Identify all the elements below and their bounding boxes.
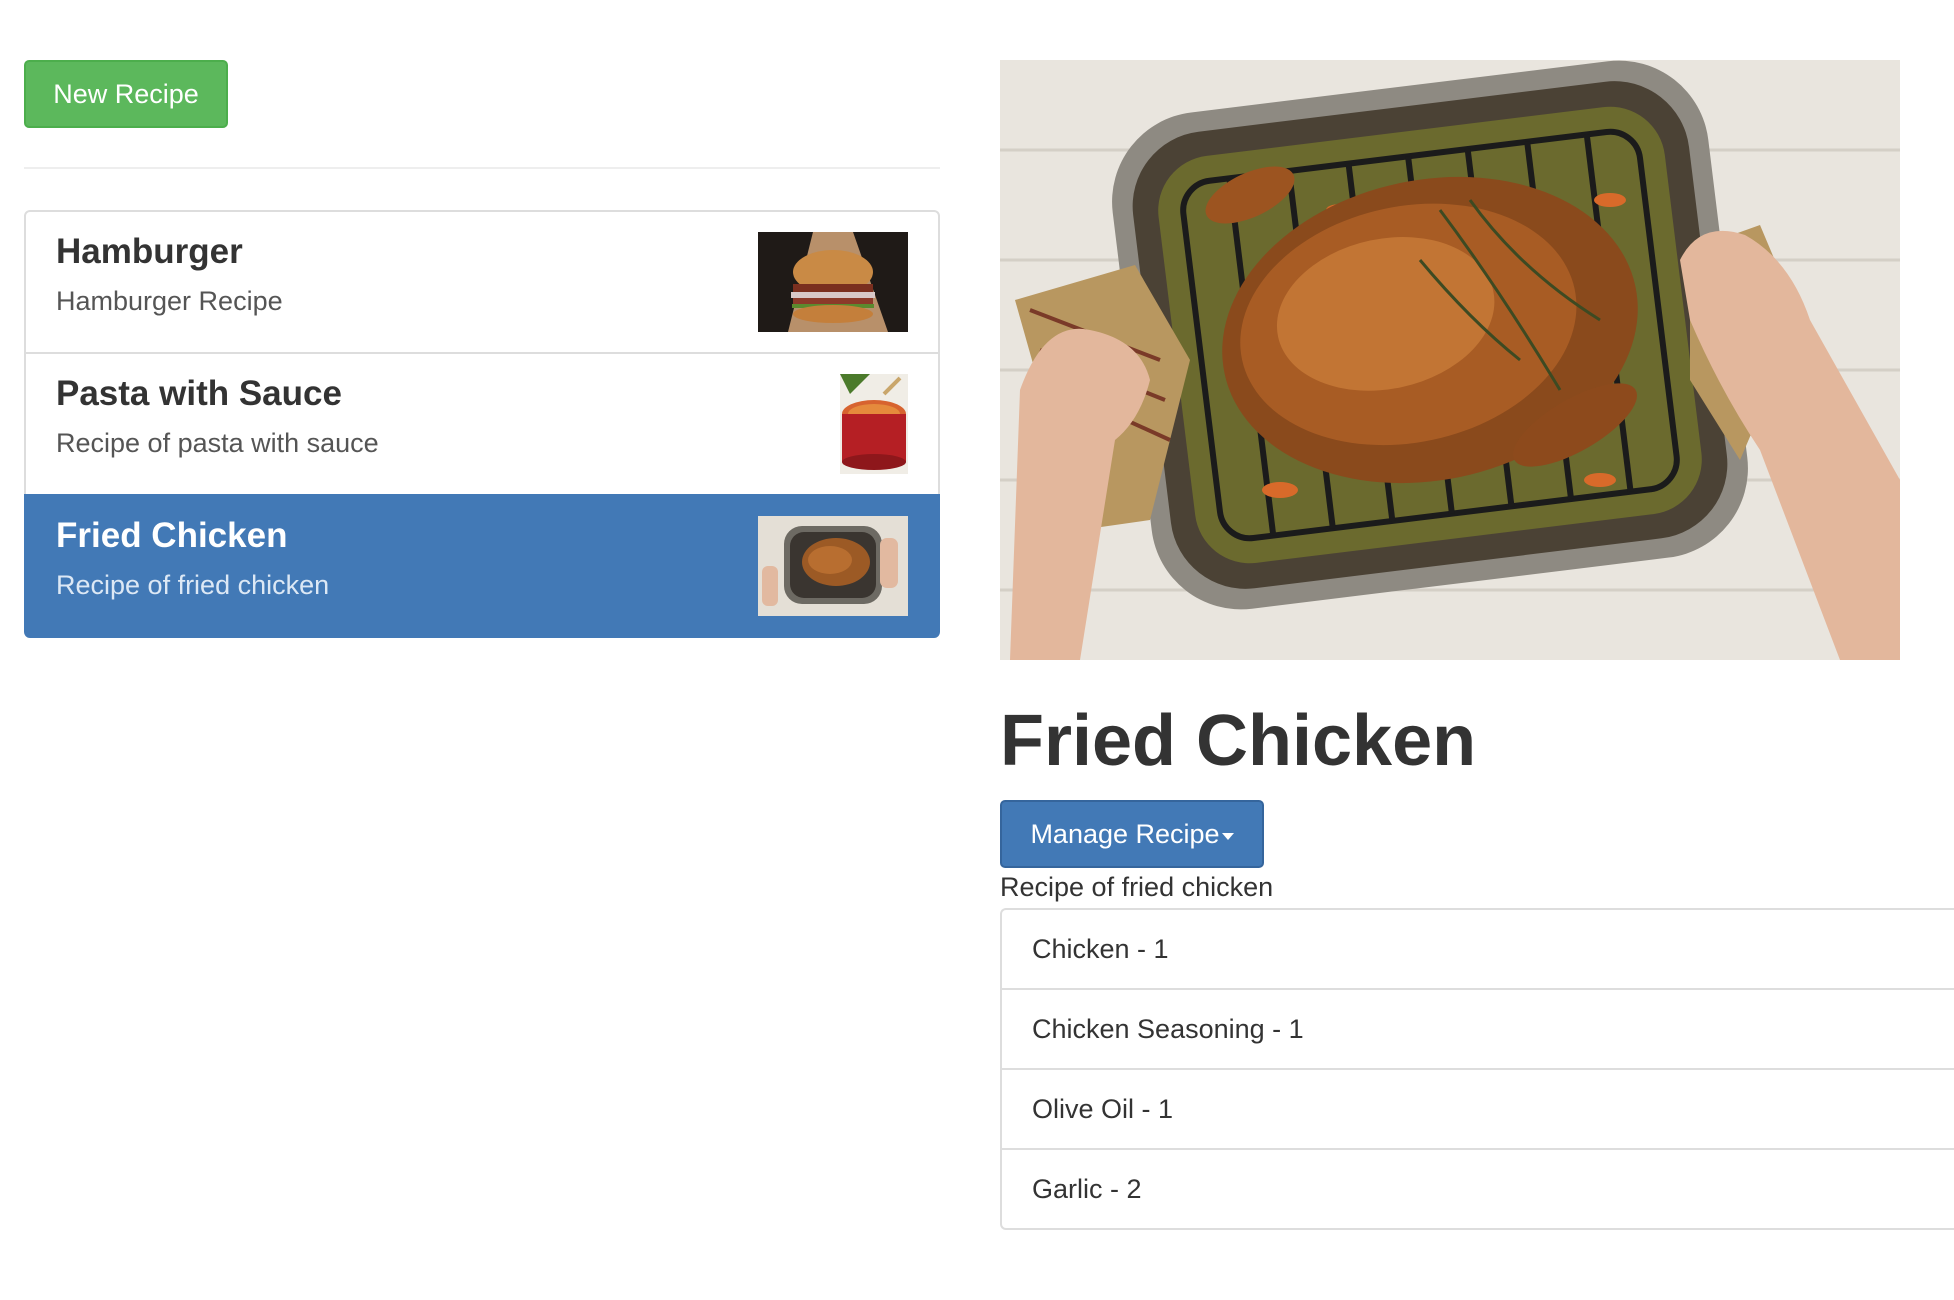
caret-down-icon (1221, 832, 1234, 840)
recipe-description: Hamburger Recipe (56, 286, 283, 316)
ingredient-item[interactable]: Olive Oil - 1 (1000, 1068, 1954, 1150)
recipe-item-pasta-with-sauce[interactable]: Pasta with Sauce Recipe of pasta with sa… (24, 352, 940, 496)
recipe-list: Hamburger Hamburger Recipe Pasta with Sa… (24, 210, 940, 638)
ingredient-item[interactable]: Chicken - 1 (1000, 908, 1954, 990)
recipe-name: Hamburger (56, 232, 243, 271)
recipe-name: Pasta with Sauce (56, 374, 342, 413)
recipe-description: Recipe of fried chicken (1000, 872, 1274, 902)
recipe-hero-image (1000, 60, 1900, 660)
hamburger-thumbnail (758, 232, 908, 332)
recipe-description: Recipe of pasta with sauce (56, 428, 379, 458)
pasta-thumbnail (840, 374, 908, 474)
recipe-item-fried-chicken[interactable]: Fried Chicken Recipe of fried chicken (24, 494, 940, 638)
recipe-item-hamburger[interactable]: Hamburger Hamburger Recipe (24, 210, 940, 354)
manage-recipe-label: Manage Recipe (1030, 818, 1220, 849)
recipe-title: Fried Chicken (1000, 701, 1477, 781)
ingredient-list: Chicken - 1 Chicken Seasoning - 1 Olive … (1000, 908, 1954, 1230)
new-recipe-button[interactable]: New Recipe (24, 60, 228, 128)
ingredient-item[interactable]: Chicken Seasoning - 1 (1000, 988, 1954, 1070)
ingredient-item[interactable]: Garlic - 2 (1000, 1148, 1954, 1230)
fried-chicken-thumbnail (758, 516, 908, 616)
recipe-name: Fried Chicken (56, 516, 288, 555)
divider (24, 167, 940, 169)
recipe-description: Recipe of fried chicken (56, 570, 330, 600)
manage-recipe-dropdown[interactable]: Manage Recipe (1000, 800, 1264, 868)
new-recipe-label: New Recipe (53, 78, 199, 109)
